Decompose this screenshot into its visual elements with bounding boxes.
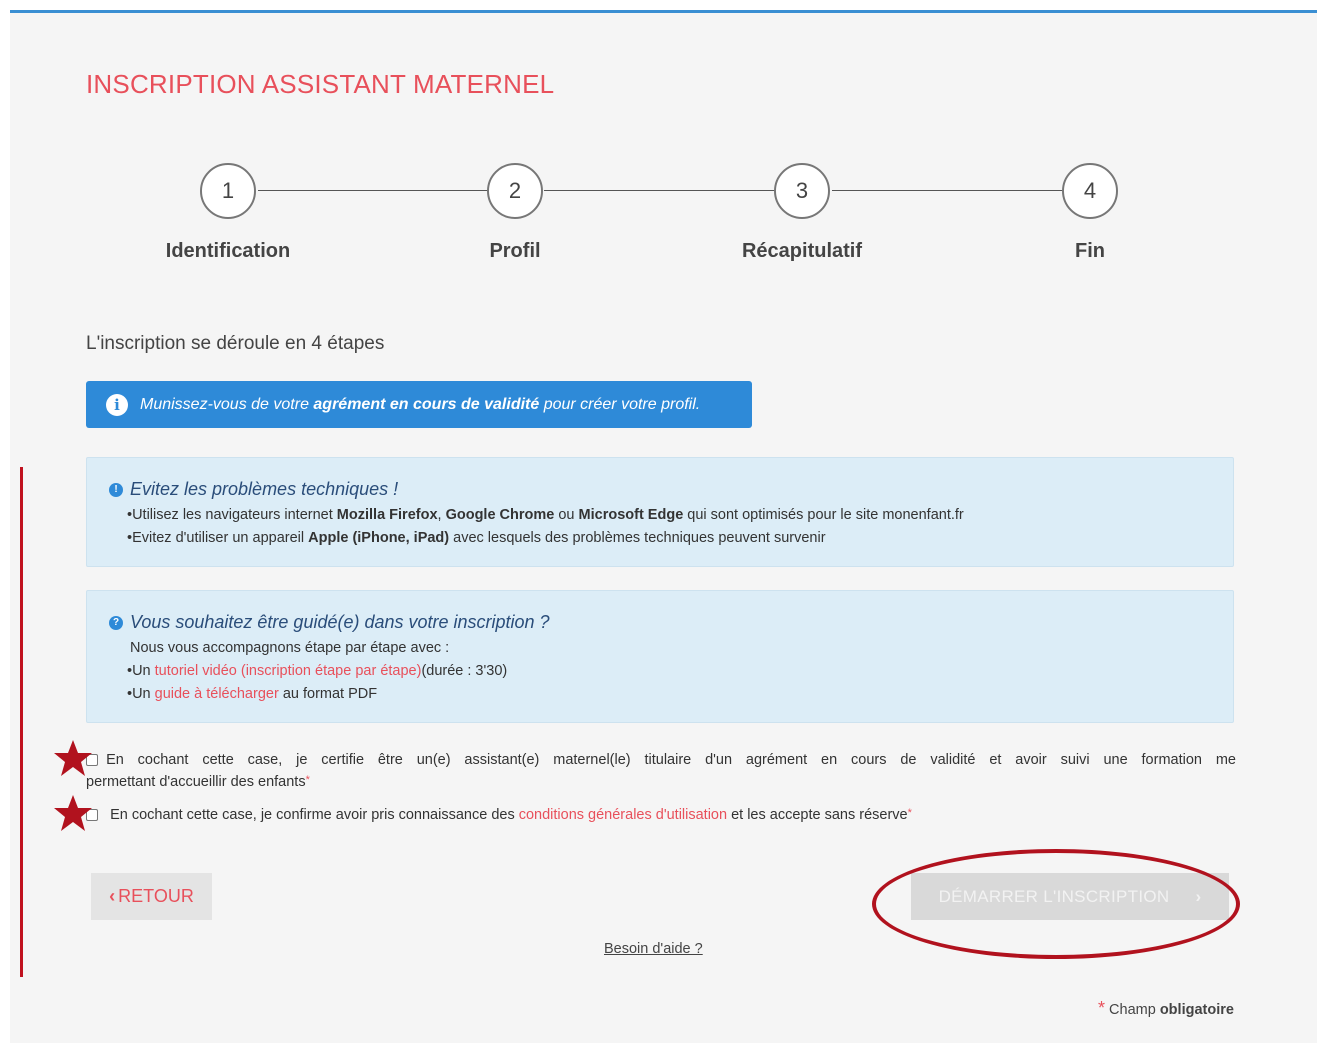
step-3-circle: 3 bbox=[774, 163, 830, 219]
pdf-guide-link[interactable]: guide à télécharger bbox=[155, 686, 279, 702]
guidance-panel: ? Vous souhaitez être guidé(e) dans votr… bbox=[86, 590, 1234, 723]
technical-issues-title: ! Evitez les problèmes techniques ! bbox=[109, 479, 398, 500]
step-1-circle: 1 bbox=[200, 163, 256, 219]
annotation-vertical-line bbox=[20, 467, 23, 977]
cgu-row: En cochant cette case, je confirme avoir… bbox=[86, 807, 912, 823]
step-4-circle: 4 bbox=[1062, 163, 1118, 219]
chevron-left-icon: ‹ bbox=[109, 886, 116, 906]
cgu-link[interactable]: conditions générales d'utilisation bbox=[519, 807, 727, 823]
certify-row: En cochant cette case, je certifie être … bbox=[86, 752, 1236, 790]
step-connector bbox=[832, 190, 1064, 191]
apple-advice: •Evitez d'utiliser un appareil Apple (iP… bbox=[127, 530, 826, 546]
guidance-intro: Nous vous accompagnons étape par étape a… bbox=[130, 640, 450, 656]
certify-text-line2: permettant d'accueillir des enfants bbox=[86, 774, 306, 790]
video-tutorial-line: •Un tutoriel vidéo (inscription étape pa… bbox=[127, 663, 508, 679]
step-1-label: Identification bbox=[165, 240, 291, 262]
steps-subtitle: L'inscription se déroule en 4 étapes bbox=[86, 333, 385, 354]
required-marker: * bbox=[305, 774, 310, 786]
exclamation-icon: ! bbox=[109, 482, 123, 497]
step-2-label: Profil bbox=[489, 240, 541, 262]
info-banner: i Munissez-vous de votre agrément en cou… bbox=[86, 381, 752, 428]
required-marker: * bbox=[907, 807, 912, 819]
page-container: INSCRIPTION ASSISTANT MATERNEL 1 2 3 4 I… bbox=[10, 10, 1317, 1043]
step-connector bbox=[258, 190, 488, 191]
annotation-star-icon bbox=[54, 740, 92, 776]
question-icon: ? bbox=[109, 615, 123, 630]
annotation-ellipse bbox=[872, 849, 1240, 959]
video-tutorial-link[interactable]: tutoriel vidéo (inscription étape par ét… bbox=[155, 663, 422, 679]
back-button[interactable]: ‹ RETOUR bbox=[91, 873, 212, 920]
certify-text-line1: En cochant cette case, je certifie être … bbox=[106, 752, 1236, 768]
progress-stepper: 1 2 3 4 Identification Profil Récapitula… bbox=[10, 163, 1317, 293]
step-2-circle: 2 bbox=[487, 163, 543, 219]
info-banner-text: Munissez-vous de votre agrément en cours… bbox=[140, 395, 701, 413]
step-3-label: Récapitulatif bbox=[741, 240, 863, 262]
page-title: INSCRIPTION ASSISTANT MATERNEL bbox=[86, 69, 555, 99]
step-4-label: Fin bbox=[1075, 240, 1105, 262]
help-link[interactable]: Besoin d'aide ? bbox=[604, 941, 703, 957]
step-connector bbox=[544, 190, 776, 191]
browsers-advice: •Utilisez les navigateurs internet Mozil… bbox=[127, 507, 964, 523]
technical-issues-panel: ! Evitez les problèmes techniques ! •Uti… bbox=[86, 457, 1234, 567]
pdf-guide-line: •Un guide à télécharger au format PDF bbox=[127, 686, 378, 702]
required-field-note: * Champ obligatoire bbox=[1098, 998, 1234, 1018]
info-icon: i bbox=[106, 393, 128, 416]
annotation-star-icon bbox=[54, 795, 92, 831]
guidance-title: ? Vous souhaitez être guidé(e) dans votr… bbox=[109, 612, 550, 633]
cgu-text: En cochant cette case, je confirme avoir… bbox=[110, 807, 519, 823]
